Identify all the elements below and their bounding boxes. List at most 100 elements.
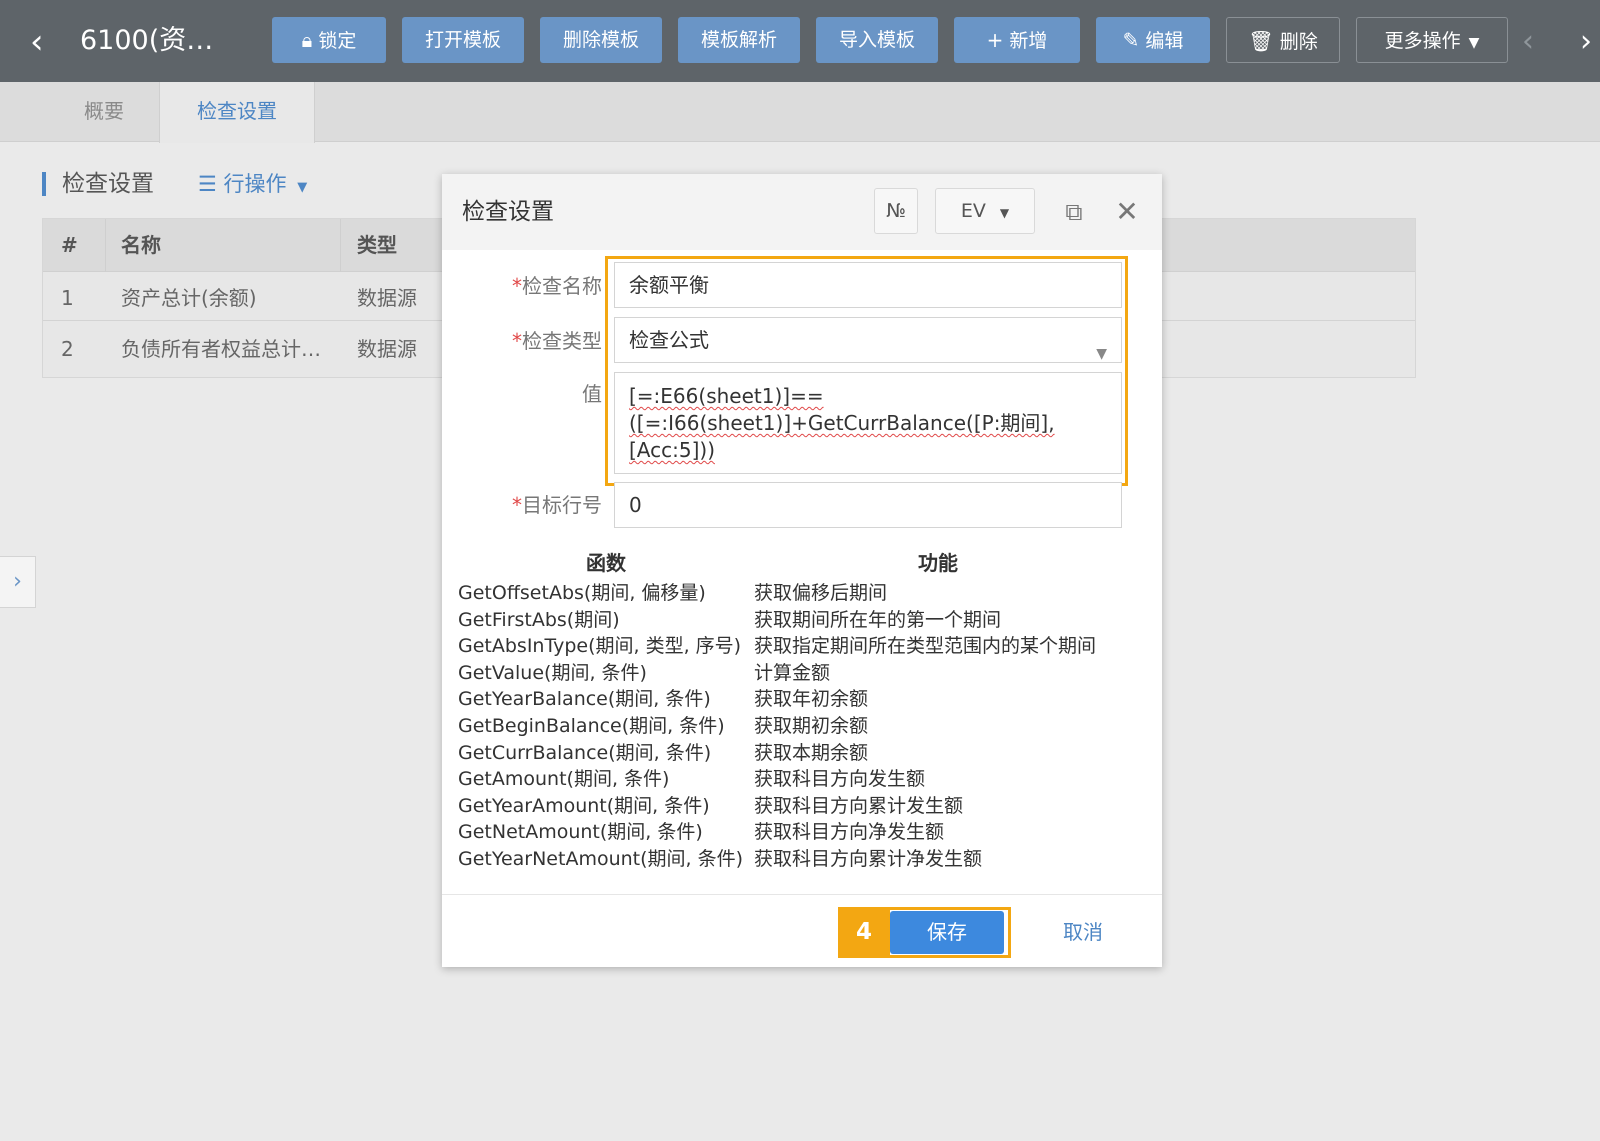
open-template-button[interactable]: 打开模板 <box>402 17 524 63</box>
plus-icon: + <box>986 28 1004 52</box>
check-name-input[interactable]: 余额平衡 <box>614 262 1122 308</box>
value-label: 值 <box>582 382 602 406</box>
function-name: GetAbsInType(期间, 类型, 序号) <box>458 635 742 658</box>
function-description: 获取指定期间所在类型范围内的某个期间 <box>754 635 1097 658</box>
function-name: GetYearBalance(期间, 条件) <box>458 688 711 711</box>
save-button[interactable]: 保存 <box>890 911 1004 954</box>
more-actions-dropdown[interactable]: 更多操作 ▼ <box>1356 17 1508 63</box>
page-title: 6100(资… <box>80 25 214 56</box>
function-name: GetYearNetAmount(期间, 条件) <box>458 847 744 870</box>
import-template-button[interactable]: 导入模板 <box>816 17 938 63</box>
function-description: 获取科目方向累计净发生额 <box>754 847 983 870</box>
target-row-label: *目标行号 <box>512 493 602 517</box>
expand-chevron-right-icon[interactable]: › <box>0 556 36 608</box>
row-name: 资产总计(余额) <box>121 286 257 310</box>
top-toolbar: ‹ 6100(资… 🔒︎ 锁定 打开模板 删除模板 模板解析 导入模板 + 新增 ✎… <box>0 0 1600 82</box>
caret-down-icon: ▼ <box>1096 346 1107 362</box>
value-line-2: ([=:I66(sheet1)]+GetCurrBalance([P:期间], … <box>629 411 1055 462</box>
next-chevron-right-icon[interactable]: › <box>1580 22 1592 62</box>
caret-down-icon: ▼ <box>1468 35 1480 51</box>
function-row: GetYearBalance(期间, 条件) 获取年初余额 <box>458 686 1148 713</box>
function-description: 获取本期余额 <box>754 741 869 764</box>
function-row: GetOffsetAbs(期间, 偏移量) 获取偏移后期间 <box>458 580 1148 607</box>
value-line-1: [=:E66(sheet1)]== <box>629 384 824 408</box>
function-description: 计算金额 <box>754 661 831 684</box>
caret-down-icon: ▼ <box>297 180 308 195</box>
row-num: 2 <box>61 337 74 361</box>
functions-column-header: 函数 <box>586 551 626 575</box>
external-link-icon[interactable]: ⧉ <box>1054 192 1094 232</box>
function-description: 获取科目方向累计发生额 <box>754 794 964 817</box>
function-row: GetValue(期间, 条件) 计算金额 <box>458 660 1148 687</box>
check-type-value: 检查公式 <box>629 328 709 352</box>
prev-chevron-left-icon[interactable]: ‹ <box>1522 22 1534 62</box>
edit-icon: ✎ <box>1122 28 1140 52</box>
delete-button[interactable]: 🗑︎ 删除 <box>1226 17 1340 63</box>
list-icon: ☰ <box>198 172 217 196</box>
column-header-num: # <box>61 233 78 257</box>
close-icon[interactable]: ✕ <box>1107 192 1147 232</box>
function-row: GetCurrBalance(期间, 条件) 获取本期余额 <box>458 740 1148 767</box>
add-label: 新增 <box>1009 30 1048 52</box>
function-description: 获取期初余额 <box>754 714 869 737</box>
function-description: 获取年初余额 <box>754 688 869 711</box>
cancel-button[interactable]: 取消 <box>1048 911 1118 954</box>
check-name-label: *检查名称 <box>512 274 602 298</box>
function-row: GetNetAmount(期间, 条件) 获取科目方向净发生额 <box>458 819 1148 846</box>
check-type-select[interactable]: 检查公式 ▼ <box>614 317 1122 363</box>
edit-label: 编辑 <box>1145 30 1184 52</box>
row-num: 1 <box>61 286 74 310</box>
row-type: 数据源 <box>357 286 417 310</box>
footer-divider <box>442 894 1162 895</box>
function-name: GetOffsetAbs(期间, 偏移量) <box>458 582 706 604</box>
row-operations-dropdown[interactable]: ☰ 行操作 ▼ <box>198 168 307 204</box>
function-row: GetYearNetAmount(期间, 条件) 获取科目方向累计净发生额 <box>458 846 1148 873</box>
description-column-header: 功能 <box>918 551 958 575</box>
function-name: GetValue(期间, 条件) <box>458 661 647 684</box>
tab-bar: 概要 检查设置 <box>0 82 1600 143</box>
function-name: GetAmount(期间, 条件) <box>458 768 670 791</box>
function-row: GetAbsInType(期间, 类型, 序号) 获取指定期间所在类型范围内的某个… <box>458 633 1148 660</box>
function-row: GetBeginBalance(期间, 条件) 获取期初余额 <box>458 713 1148 740</box>
function-name: GetNetAmount(期间, 条件) <box>458 821 703 844</box>
lock-label: 锁定 <box>318 30 357 52</box>
lock-icon: 🔒︎ <box>301 28 313 52</box>
column-header-type: 类型 <box>357 233 397 257</box>
function-name: GetFirstAbs(期间) <box>458 608 620 631</box>
more-actions-label: 更多操作 <box>1384 30 1461 52</box>
check-settings-dialog: 检查设置 № EV ▼ ⧉ ✕ *检查名称 余额平衡 *检查类型 检查公式 ▼ … <box>442 174 1162 967</box>
tab-overview[interactable]: 概要 <box>44 82 164 142</box>
add-button[interactable]: + 新增 <box>954 17 1080 63</box>
function-row: GetAmount(期间, 条件) 获取科目方向发生额 <box>458 766 1148 793</box>
back-chevron-left-icon[interactable]: ‹ <box>30 22 56 62</box>
lock-button[interactable]: 🔒︎ 锁定 <box>272 17 386 63</box>
value-textarea[interactable]: [=:E66(sheet1)]== ([=:I66(sheet1)]+GetCu… <box>614 372 1122 474</box>
column-header-name: 名称 <box>121 233 161 257</box>
dialog-title: 检查设置 <box>462 199 554 225</box>
function-description: 获取科目方向净发生额 <box>754 821 945 844</box>
numero-button[interactable]: № <box>874 188 918 234</box>
row-operations-label: 行操作 <box>223 172 287 196</box>
function-name: GetCurrBalance(期间, 条件) <box>458 741 712 764</box>
parse-template-button[interactable]: 模板解析 <box>678 17 800 63</box>
target-row-input[interactable]: 0 <box>614 482 1122 528</box>
function-name: GetBeginBalance(期间, 条件) <box>458 714 725 737</box>
ev-label: EV <box>960 200 986 222</box>
edit-button[interactable]: ✎ 编辑 <box>1096 17 1210 63</box>
function-description: 获取期间所在年的第一个期间 <box>754 608 1002 631</box>
caret-down-icon: ▼ <box>999 206 1010 220</box>
trash-icon: 🗑︎ <box>1248 29 1274 53</box>
function-reference-list: GetOffsetAbs(期间, 偏移量) 获取偏移后期间 GetFirstAbs(… <box>458 580 1148 873</box>
step-number-badge: 4 <box>838 907 890 958</box>
function-description: 获取科目方向发生额 <box>754 768 926 791</box>
delete-label: 删除 <box>1279 31 1318 53</box>
function-row: GetYearAmount(期间, 条件) 获取科目方向累计发生额 <box>458 793 1148 820</box>
function-description: 获取偏移后期间 <box>754 582 888 604</box>
delete-template-button[interactable]: 删除模板 <box>540 17 662 63</box>
section-accent-bar <box>42 172 46 196</box>
ev-dropdown[interactable]: EV ▼ <box>935 188 1035 234</box>
function-name: GetYearAmount(期间, 条件) <box>458 794 710 817</box>
row-type: 数据源 <box>357 337 417 361</box>
tab-check-settings[interactable]: 检查设置 <box>159 82 315 143</box>
section-title: 检查设置 <box>62 171 154 197</box>
